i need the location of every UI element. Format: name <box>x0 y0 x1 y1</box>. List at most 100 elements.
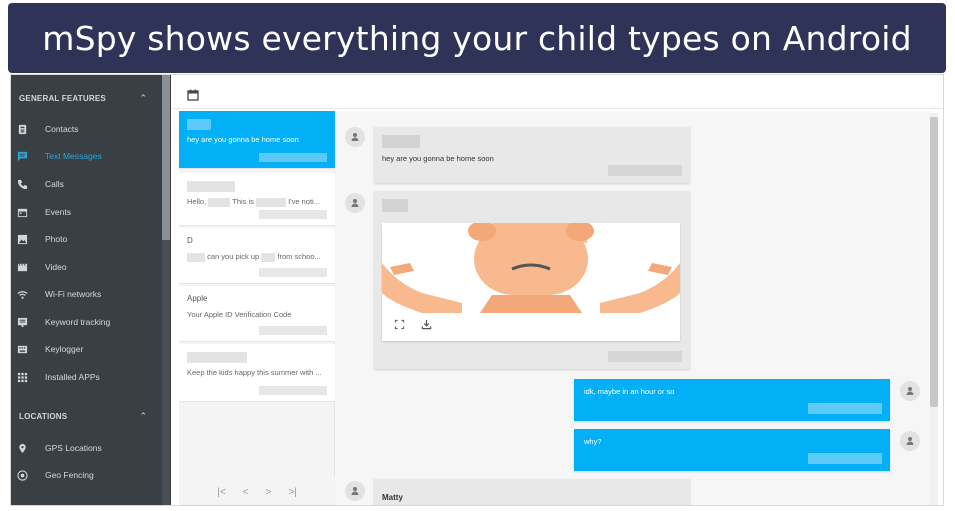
chevron-up-icon[interactable]: ⌃ <box>139 93 147 104</box>
sidebar-item-gps-locations[interactable]: GPS Locations <box>11 437 161 459</box>
incoming-message: Matty <box>374 479 690 505</box>
sidebar-item-label: Photo <box>45 234 68 244</box>
conversation-item[interactable]: Keep the kids happy this summer with ... <box>179 344 335 402</box>
message-text: why? <box>584 437 602 446</box>
conversation-snippet: can you pick up from schoo... <box>187 252 327 262</box>
message-sender: Matty <box>382 493 403 502</box>
conversation-name <box>187 181 327 193</box>
phone-icon <box>16 178 28 190</box>
conversation-list: hey are you gonna be home soon Hello, Th… <box>179 111 335 505</box>
conversation-item[interactable]: D can you pick up from schoo... <box>179 228 335 284</box>
section-label: LOCATIONS <box>19 411 68 421</box>
wifi-icon <box>16 288 28 300</box>
message-text: idk, maybe in an hour or so <box>584 387 675 396</box>
sidebar-item-geo-fencing[interactable]: Geo Fencing <box>11 464 161 486</box>
video-icon <box>16 261 28 273</box>
image-attachment[interactable] <box>382 223 680 341</box>
outgoing-message: why? <box>574 429 890 471</box>
location-pin-icon <box>16 442 28 454</box>
thread-scrollbar-thumb[interactable] <box>930 117 938 407</box>
message-text: hey are you gonna be home soon <box>382 154 494 163</box>
toolbar <box>171 75 943 109</box>
conversation-date <box>259 326 327 335</box>
message-icon <box>16 150 28 162</box>
sidebar-item-label: Wi-Fi networks <box>45 289 102 299</box>
geofence-icon <box>16 469 28 481</box>
incoming-image-message <box>374 191 690 369</box>
sidebar-item-label: Events <box>45 207 71 217</box>
sidebar-item-keyword-tracking[interactable]: Keyword tracking <box>11 311 161 333</box>
conversation-item[interactable]: Hello, This is I've noti... <box>179 173 335 226</box>
first-page-button[interactable]: |< <box>217 487 225 498</box>
sidebar-item-text-messages[interactable]: Text Messages <box>11 145 161 167</box>
outgoing-message: idk, maybe in an hour or so <box>574 379 890 421</box>
sidebar-item-label: Installed APPs <box>45 372 100 382</box>
conversation-item[interactable]: hey are you gonna be home soon <box>179 111 335 169</box>
section-general-features[interactable]: GENERAL FEATURES ⌃ <box>11 88 161 108</box>
message-date <box>808 453 882 464</box>
section-locations[interactable]: LOCATIONS ⌃ <box>11 406 161 426</box>
conversation-date <box>259 386 327 395</box>
sidebar-item-label: Geo Fencing <box>45 470 94 480</box>
sidebar-item-label: Calls <box>45 179 64 189</box>
avatar <box>345 193 365 213</box>
sidebar-item-photo[interactable]: Photo <box>11 228 161 250</box>
sidebar-item-installed-apps[interactable]: Installed APPs <box>11 366 161 388</box>
sidebar-item-label: Keylogger <box>45 344 84 354</box>
last-page-button[interactable]: >| <box>288 487 296 498</box>
app-window: GENERAL FEATURES ⌃ Contacts Text Message… <box>10 74 944 506</box>
conversation-date <box>259 268 327 277</box>
message-thread: hey are you gonna be home soon idk, mayb… <box>335 111 931 505</box>
sidebar: GENERAL FEATURES ⌃ Contacts Text Message… <box>11 75 171 505</box>
banner-title: mSpy shows everything your child types o… <box>42 18 912 58</box>
main-panel: hey are you gonna be home soon Hello, Th… <box>171 75 943 505</box>
calendar-icon[interactable] <box>187 89 199 101</box>
section-label: GENERAL FEATURES <box>19 93 106 103</box>
sidebar-item-video[interactable]: Video <box>11 256 161 278</box>
calendar-icon <box>16 206 28 218</box>
sidebar-item-label: Keyword tracking <box>45 317 111 327</box>
conversation-name <box>187 119 327 131</box>
keyboard-icon <box>16 343 28 355</box>
expand-icon[interactable] <box>394 319 405 330</box>
sidebar-item-wifi-networks[interactable]: Wi-Fi networks <box>11 283 161 305</box>
keyword-icon <box>16 316 28 328</box>
conversation-date <box>259 210 327 219</box>
person-icon <box>351 133 359 141</box>
conversation-item[interactable]: Apple Your Apple ID Verification Code <box>179 286 335 342</box>
avatar <box>900 431 920 451</box>
sidebar-item-calls[interactable]: Calls <box>11 173 161 195</box>
person-icon <box>351 487 359 495</box>
sidebar-item-label: Text Messages <box>45 151 102 161</box>
chevron-up-icon[interactable]: ⌃ <box>139 411 147 422</box>
contacts-icon <box>16 123 28 135</box>
incoming-message: hey are you gonna be home soon <box>374 127 690 183</box>
sidebar-item-label: Video <box>45 262 67 272</box>
pagination: |< < > >| <box>179 477 335 505</box>
sidebar-item-events[interactable]: Events <box>11 201 161 223</box>
person-icon <box>906 387 914 395</box>
conversation-snippet: Keep the kids happy this summer with ... <box>187 368 322 377</box>
avatar <box>900 381 920 401</box>
sidebar-item-contacts[interactable]: Contacts <box>11 118 161 140</box>
conversation-name: Apple <box>187 294 208 303</box>
conversation-snippet: Hello, This is I've noti... <box>187 197 320 207</box>
conversation-date <box>259 153 327 162</box>
sidebar-item-label: GPS Locations <box>45 443 102 453</box>
apps-icon <box>16 371 28 383</box>
conversation-snippet: hey are you gonna be home soon <box>187 135 299 144</box>
message-date <box>608 351 682 362</box>
sidebar-scrollbar-thumb[interactable] <box>162 75 170 240</box>
sidebar-item-keylogger[interactable]: Keylogger <box>11 338 161 360</box>
message-date <box>808 403 882 414</box>
prev-page-button[interactable]: < <box>243 487 249 498</box>
download-icon[interactable] <box>421 319 432 330</box>
next-page-button[interactable]: > <box>266 487 272 498</box>
person-icon <box>351 199 359 207</box>
conversation-snippet: Your Apple ID Verification Code <box>187 310 292 319</box>
avatar <box>345 127 365 147</box>
message-date <box>608 165 682 176</box>
message-sender <box>382 135 420 148</box>
avatar <box>345 481 365 501</box>
banner: mSpy shows everything your child types o… <box>8 3 946 73</box>
